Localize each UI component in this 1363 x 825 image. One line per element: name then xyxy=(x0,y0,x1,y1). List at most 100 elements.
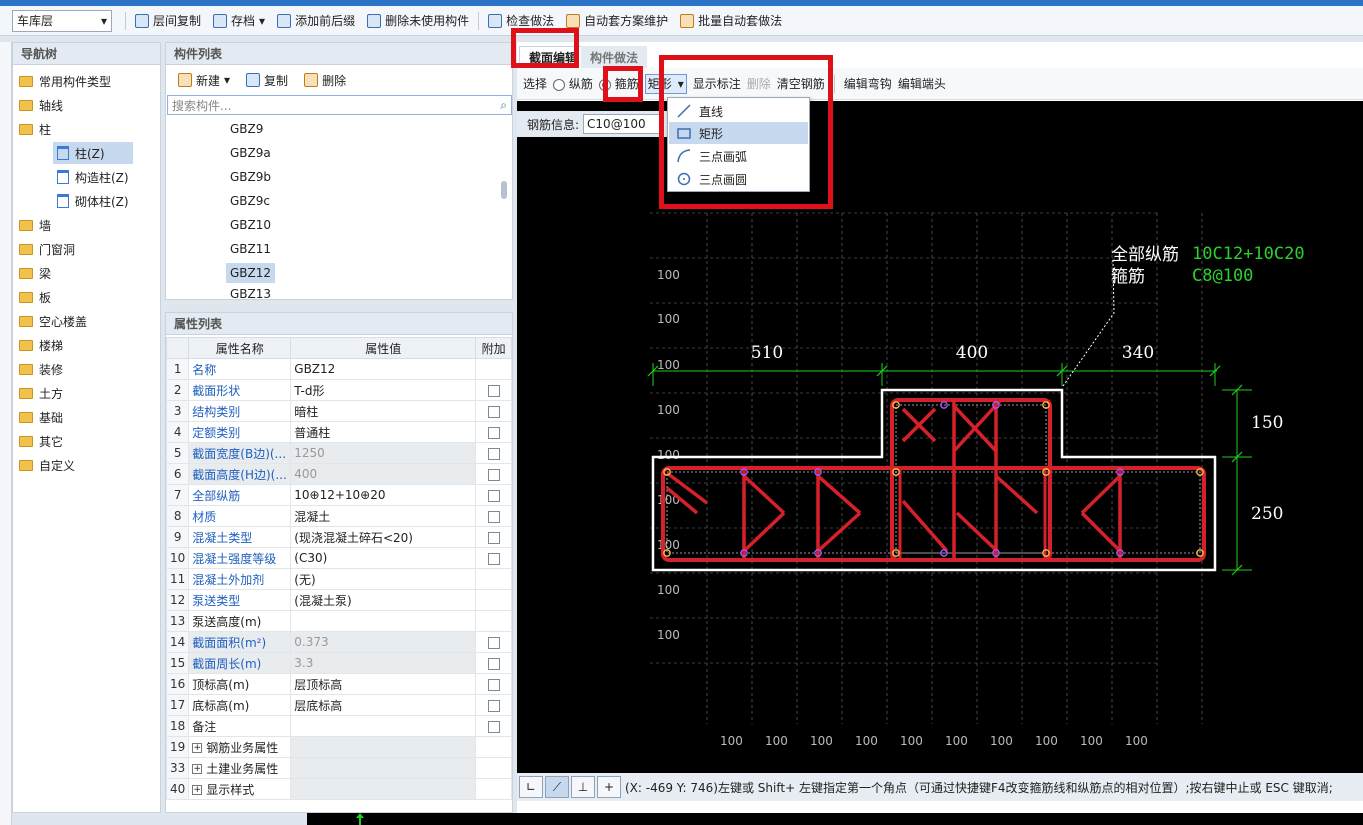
component-item[interactable]: GBZ9a xyxy=(226,143,275,163)
table-row[interactable]: 12 泵送类型 (混凝土泵) xyxy=(165,589,512,611)
prop-value[interactable]: GBZ12 xyxy=(290,358,477,380)
table-row[interactable]: 16 顶标高(m) 层顶标高 xyxy=(165,673,512,695)
prop-value[interactable]: 普通柱 xyxy=(290,421,477,443)
table-row[interactable]: 9 混凝土类型 (现浇混凝土碎石<20) xyxy=(165,526,512,548)
nav-item-other[interactable]: 其它 xyxy=(19,430,63,452)
prop-value[interactable]: 层底标高 xyxy=(290,694,477,716)
add-checkbox[interactable] xyxy=(487,678,500,691)
prop-value[interactable]: T-d形 xyxy=(290,379,477,401)
table-row[interactable]: 13 泵送高度(m) xyxy=(165,610,512,632)
nav-item-decoration[interactable]: 装修 xyxy=(19,358,63,380)
prop-value[interactable]: (现浇混凝土碎石<20) xyxy=(290,526,477,548)
nav-item-earthwork[interactable]: 土方 xyxy=(19,382,63,404)
add-checkbox[interactable] xyxy=(487,552,500,565)
edit-bend-button[interactable]: 编辑弯钩 xyxy=(844,75,892,92)
prop-value[interactable]: (无) xyxy=(290,568,477,590)
nav-item-common[interactable]: 常用构件类型 xyxy=(19,70,111,92)
add-checkbox[interactable] xyxy=(487,531,500,544)
scrollbar-thumb[interactable] xyxy=(501,181,507,199)
table-row[interactable]: 18 备注 xyxy=(165,715,512,737)
nav-item-slab[interactable]: 板 xyxy=(19,286,51,308)
add-checkbox[interactable] xyxy=(487,426,500,439)
save-button[interactable]: 存档 ▾ xyxy=(207,10,271,32)
add-checkbox[interactable] xyxy=(487,468,500,481)
nav-item-column-z[interactable]: 柱(Z) xyxy=(53,142,133,164)
copy-between-floors-button[interactable]: 层间复制 xyxy=(129,10,207,32)
search-input[interactable]: 搜索构件... ⌕ xyxy=(167,95,512,115)
component-item-selected[interactable]: GBZ12 xyxy=(226,263,276,283)
component-item[interactable]: GBZ13 xyxy=(226,287,275,299)
nav-item-wall[interactable]: 墙 xyxy=(19,214,51,236)
select-button[interactable]: 选择 xyxy=(523,75,547,92)
add-cell xyxy=(475,610,512,632)
component-item[interactable]: GBZ10 xyxy=(226,215,275,235)
prop-value[interactable]: 暗柱 xyxy=(290,400,477,422)
component-item[interactable]: GBZ9b xyxy=(226,167,275,187)
perpendicular-icon[interactable]: ⊥ xyxy=(571,776,595,798)
prop-value[interactable]: (混凝土泵) xyxy=(290,589,477,611)
table-row[interactable]: 6 截面高度(H边)(... 400 xyxy=(165,463,512,485)
table-row[interactable]: 2 截面形状 T-d形 xyxy=(165,379,512,401)
component-item[interactable]: GBZ9c xyxy=(226,191,274,211)
add-checkbox[interactable] xyxy=(487,720,500,733)
nav-item-hollow-floor[interactable]: 空心楼盖 xyxy=(19,310,87,332)
add-checkbox[interactable] xyxy=(487,699,500,712)
component-item[interactable]: GBZ11 xyxy=(226,239,275,259)
add-checkbox[interactable] xyxy=(487,405,500,418)
nav-item-constructional-column[interactable]: 构造柱(Z) xyxy=(57,166,129,188)
copy-button[interactable]: 复制 xyxy=(240,69,294,91)
radio-longitudinal[interactable]: 纵筋 xyxy=(553,75,593,92)
add-prefix-suffix-button[interactable]: 添加前后缀 xyxy=(271,10,361,32)
nav-item-masonry-column[interactable]: 砌体柱(Z) xyxy=(57,190,129,212)
table-row-group[interactable]: 33 + 土建业务属性 xyxy=(165,757,512,779)
drawing-canvas[interactable]: 钢筋信息: C10@100 100 100 100 100 100 100 100 100 10… xyxy=(517,101,1363,773)
tab-component-method[interactable]: 构件做法 xyxy=(581,46,648,68)
table-row[interactable]: 3 结构类别 暗柱 xyxy=(165,400,512,422)
table-row[interactable]: 4 定额类别 普通柱 xyxy=(165,421,512,443)
nav-item-openings[interactable]: 门窗洞 xyxy=(19,238,75,260)
table-row[interactable]: 7 全部纵筋 10⊕12+10⊕20 xyxy=(165,484,512,506)
expand-icon[interactable]: + xyxy=(192,743,203,753)
add-checkbox[interactable] xyxy=(487,510,500,523)
table-row[interactable]: 17 底标高(m) 层底标高 xyxy=(165,694,512,716)
add-checkbox[interactable] xyxy=(487,636,500,649)
prop-value[interactable]: 10⊕12+10⊕20 xyxy=(290,484,477,506)
ortho-icon[interactable]: ∟ xyxy=(519,776,543,798)
batch-auto-button[interactable]: 批量自动套做法 xyxy=(674,10,788,32)
edit-end-button[interactable]: 编辑端头 xyxy=(898,75,946,92)
add-checkbox[interactable] xyxy=(487,489,500,502)
floor-select[interactable]: 车库层 ▾ xyxy=(12,9,112,32)
table-row-group[interactable]: 19 + 钢筋业务属性 xyxy=(165,736,512,758)
component-item[interactable]: GBZ9 xyxy=(226,119,267,139)
nav-item-beam[interactable]: 梁 xyxy=(19,262,51,284)
prop-value[interactable]: 混凝土 xyxy=(290,505,477,527)
table-row[interactable]: 10 混凝土强度等级 (C30) xyxy=(165,547,512,569)
label: 删除未使用构件 xyxy=(385,14,470,28)
nav-item-axis[interactable]: 轴线 xyxy=(19,94,63,116)
table-row[interactable]: 1 名称 GBZ12 xyxy=(165,358,512,380)
prop-value[interactable]: (C30) xyxy=(290,547,477,569)
add-checkbox[interactable] xyxy=(487,384,500,397)
expand-icon[interactable]: + xyxy=(192,785,203,795)
delete-unused-button[interactable]: 删除未使用构件 xyxy=(361,10,475,32)
add-checkbox[interactable] xyxy=(487,657,500,670)
table-row[interactable]: 11 混凝土外加剂 (无) xyxy=(165,568,512,590)
add-checkbox[interactable] xyxy=(487,447,500,460)
table-row[interactable]: 8 材质 混凝土 xyxy=(165,505,512,527)
new-button[interactable]: 新建 ▾ xyxy=(172,69,236,91)
table-row[interactable]: 5 截面宽度(B边)(... 1250 xyxy=(165,442,512,464)
prop-value[interactable]: 层顶标高 xyxy=(290,673,477,695)
nav-item-column[interactable]: 柱 xyxy=(19,118,51,140)
prop-value[interactable] xyxy=(290,715,477,737)
dynamic-input-icon[interactable]: + xyxy=(597,776,621,798)
nav-item-custom[interactable]: 自定义 xyxy=(19,454,75,476)
table-row[interactable]: 15 截面周长(m) 3.3 xyxy=(165,652,512,674)
snap-icon[interactable]: ⟋ xyxy=(545,776,569,798)
table-row[interactable]: 14 截面面积(m²) 0.373 xyxy=(165,631,512,653)
delete-button[interactable]: 删除 xyxy=(298,69,352,91)
expand-icon[interactable]: + xyxy=(192,764,203,774)
nav-item-foundation[interactable]: 基础 xyxy=(19,406,63,428)
nav-item-stairs[interactable]: 楼梯 xyxy=(19,334,63,356)
table-row-group[interactable]: 40 + 显示样式 xyxy=(165,778,512,800)
prop-value[interactable] xyxy=(290,610,477,632)
